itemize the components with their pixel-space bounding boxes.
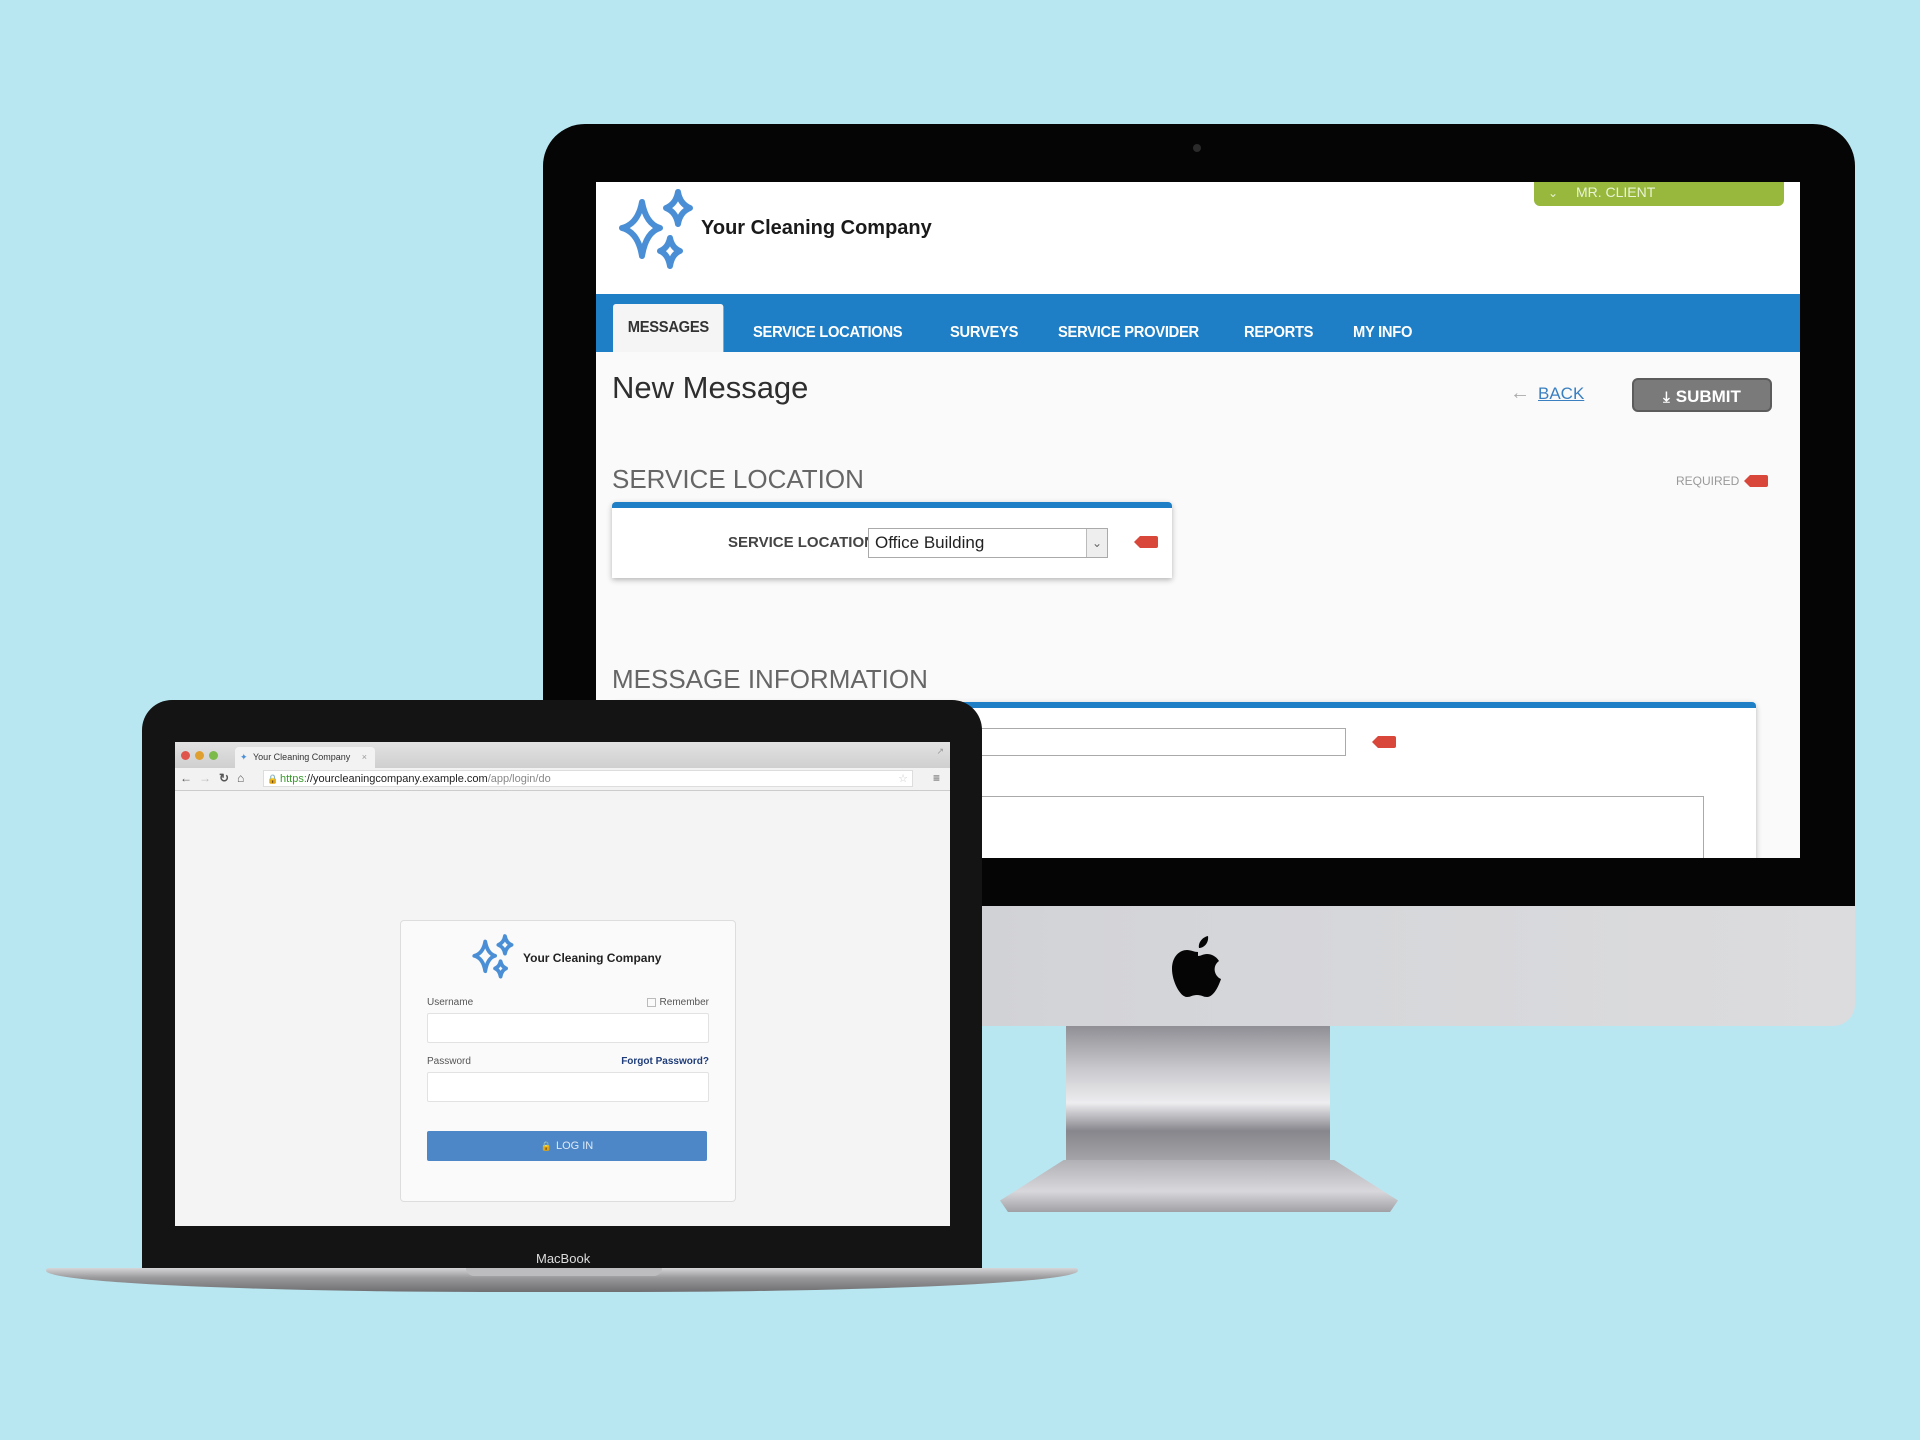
remember-checkbox[interactable]: Remember <box>646 997 709 1008</box>
forgot-password-link[interactable]: Forgot Password? <box>621 1056 709 1067</box>
browser-tab-title: Your Cleaning Company <box>253 752 351 762</box>
password-input[interactable] <box>427 1072 709 1102</box>
url-scheme: https: <box>280 773 307 785</box>
service-location-label: SERVICE LOCATION <box>728 534 875 551</box>
password-label: Password <box>427 1056 471 1067</box>
sparkle-logo-icon <box>472 934 514 979</box>
service-location-heading: SERVICE LOCATION <box>612 464 864 494</box>
chevron-down-icon: ⌄ <box>1548 186 1559 200</box>
required-tag-icon <box>1744 475 1768 487</box>
address-bar[interactable]: 🔒 https://yourcleaningcompany.example.co… <box>263 770 913 787</box>
main-nav: MESSAGES SERVICE LOCATIONS SURVEYS SERVI… <box>596 294 1800 352</box>
maximize-window-button[interactable] <box>209 751 218 760</box>
login-card: Your Cleaning Company Username Remember … <box>400 920 736 1202</box>
submit-label: SUBMIT <box>1675 387 1741 406</box>
forward-arrow-icon[interactable]: → <box>199 771 211 785</box>
imac-camera <box>1193 144 1201 152</box>
user-menu-button[interactable]: ⌄ MR. CLIENT <box>1534 182 1784 206</box>
browser-tab[interactable]: ✦ Your Cleaning Company × <box>235 747 375 768</box>
login-brand-name: Your Cleaning Company <box>523 951 662 965</box>
imac-stand-foot <box>1000 1160 1398 1212</box>
app-header: Your Cleaning Company ⌄ MR. CLIENT <box>596 182 1800 294</box>
tab-service-provider[interactable]: SERVICE PROVIDER <box>1058 314 1199 352</box>
macbook-notch <box>466 1268 662 1276</box>
required-tag-icon <box>1372 736 1396 748</box>
browser-tabstrip: ✦ Your Cleaning Company × ↗ <box>175 742 950 768</box>
username-input[interactable] <box>427 1013 709 1043</box>
lock-icon: 🔒 <box>267 774 279 784</box>
minimize-window-button[interactable] <box>195 751 204 760</box>
sparkle-favicon-icon: ✦ <box>240 752 248 762</box>
lock-icon: 🔒 <box>540 1141 552 1151</box>
service-location-value: Office Building <box>875 533 985 552</box>
submit-button[interactable]: ⤓ SUBMIT <box>1632 378 1772 412</box>
login-button-label: LOG IN <box>555 1140 594 1152</box>
tab-messages[interactable]: MESSAGES <box>613 304 724 352</box>
reload-icon[interactable]: ↻ <box>219 771 229 785</box>
browser-toolbar: ← → ↻ ⌂ 🔒 https://yourcleaningcompany.ex… <box>175 768 950 791</box>
home-icon[interactable]: ⌂ <box>237 771 244 785</box>
back-arrow-icon[interactable]: ← <box>180 771 192 785</box>
message-information-heading: MESSAGE INFORMATION <box>612 664 928 694</box>
macbook-screen: ✦ Your Cleaning Company × ↗ ← → ↻ ⌂ 🔒 ht… <box>175 742 950 1226</box>
download-icon: ⤓ <box>1663 389 1670 406</box>
menu-icon[interactable]: ≡ <box>933 771 940 785</box>
url-path: /app/login/do <box>487 773 551 785</box>
page-title: New Message <box>612 370 809 405</box>
back-link[interactable]: BACK <box>1538 384 1584 404</box>
close-tab-icon[interactable]: × <box>362 747 367 768</box>
tab-service-locations[interactable]: SERVICE LOCATIONS <box>753 314 903 352</box>
service-location-panel: SERVICE LOCATION Office Building ⌄ <box>612 502 1172 578</box>
subject-input[interactable] <box>972 728 1346 756</box>
apple-logo-icon <box>1172 936 1221 997</box>
remember-label: Remember <box>659 997 709 1008</box>
service-location-select[interactable]: Office Building ⌄ <box>868 528 1108 558</box>
message-body-textarea[interactable] <box>972 796 1704 858</box>
required-legend: REQUIRED <box>1676 474 1740 488</box>
back-arrow-icon: ← <box>1510 382 1530 404</box>
close-window-button[interactable] <box>181 751 190 760</box>
macbook-label: MacBook <box>536 1251 591 1266</box>
sparkle-logo-icon <box>619 189 693 269</box>
fullscreen-icon[interactable]: ↗ <box>936 746 944 757</box>
checkbox-icon[interactable] <box>646 997 656 1007</box>
username-label: Username <box>427 997 474 1008</box>
brand-name: Your Cleaning Company <box>701 217 932 239</box>
imac-stand-neck <box>1066 1026 1330 1166</box>
tab-my-info[interactable]: MY INFO <box>1353 314 1412 352</box>
chevron-down-icon[interactable]: ⌄ <box>1086 529 1107 557</box>
required-tag-icon <box>1134 536 1158 548</box>
tab-reports[interactable]: REPORTS <box>1244 314 1314 352</box>
url-host: //yourcleaningcompany.example.com <box>306 773 488 785</box>
tab-surveys[interactable]: SURVEYS <box>950 314 1018 352</box>
user-menu-label: MR. CLIENT <box>1575 184 1656 200</box>
login-button[interactable]: 🔒 LOG IN <box>427 1131 707 1161</box>
bookmark-star-icon[interactable]: ☆ <box>898 771 908 787</box>
